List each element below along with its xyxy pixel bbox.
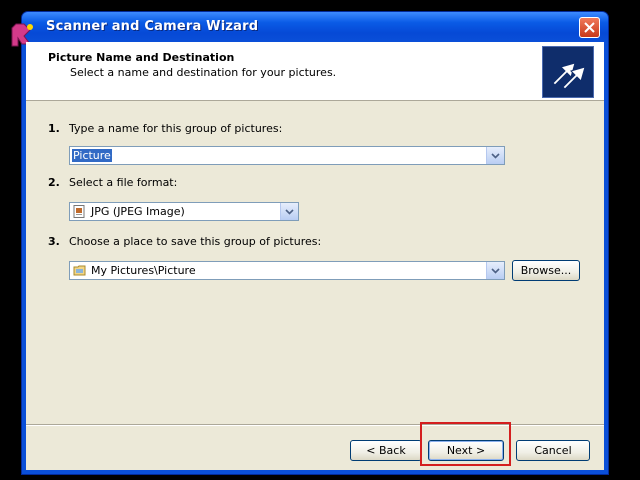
page-subtitle: Select a name and destination for your p… xyxy=(70,66,337,79)
page-title: Picture Name and Destination xyxy=(48,51,235,64)
folder-icon xyxy=(73,265,86,276)
group-name-dropdown-button[interactable] xyxy=(486,147,504,164)
chevron-down-icon xyxy=(491,268,500,274)
wizard-body: Picture Name and Destination Select a na… xyxy=(26,42,604,470)
file-format-select[interactable]: JPG (JPEG Image) xyxy=(69,202,299,221)
chevron-down-icon xyxy=(285,209,294,215)
jpeg-file-icon xyxy=(73,205,85,218)
title-bar[interactable]: Scanner and Camera Wizard xyxy=(11,12,608,47)
step-1-number: 1. xyxy=(48,122,60,135)
save-location-dropdown-button[interactable] xyxy=(486,262,504,279)
wizard-header: Picture Name and Destination Select a na… xyxy=(26,42,604,101)
step-1-label: Type a name for this group of pictures: xyxy=(69,122,283,135)
save-location-value: My Pictures\Picture xyxy=(91,264,196,277)
file-format-dropdown-button[interactable] xyxy=(280,203,298,220)
close-button[interactable] xyxy=(579,17,600,38)
step-3-number: 3. xyxy=(48,235,60,248)
browse-button[interactable]: Browse... xyxy=(512,260,580,281)
chevron-down-icon xyxy=(491,153,500,159)
close-icon xyxy=(584,22,595,33)
wizard-arrows-icon xyxy=(542,46,594,98)
footer-divider xyxy=(26,424,604,426)
group-name-combobox[interactable]: Picture xyxy=(69,146,505,165)
step-2-label: Select a file format: xyxy=(69,176,178,189)
file-format-value: JPG (JPEG Image) xyxy=(91,205,185,218)
wizard-window: Scanner and Camera Wizard Picture Name a… xyxy=(11,12,608,474)
window-title: Scanner and Camera Wizard xyxy=(46,19,259,34)
cancel-button[interactable]: Cancel xyxy=(516,440,590,461)
save-location-combobox[interactable]: My Pictures\Picture xyxy=(69,261,505,280)
step-2-number: 2. xyxy=(48,176,60,189)
next-button-highlight xyxy=(420,422,511,466)
back-button[interactable]: < Back xyxy=(350,440,422,461)
step-3-label: Choose a place to save this group of pic… xyxy=(69,235,322,248)
group-name-value[interactable]: Picture xyxy=(72,149,112,162)
